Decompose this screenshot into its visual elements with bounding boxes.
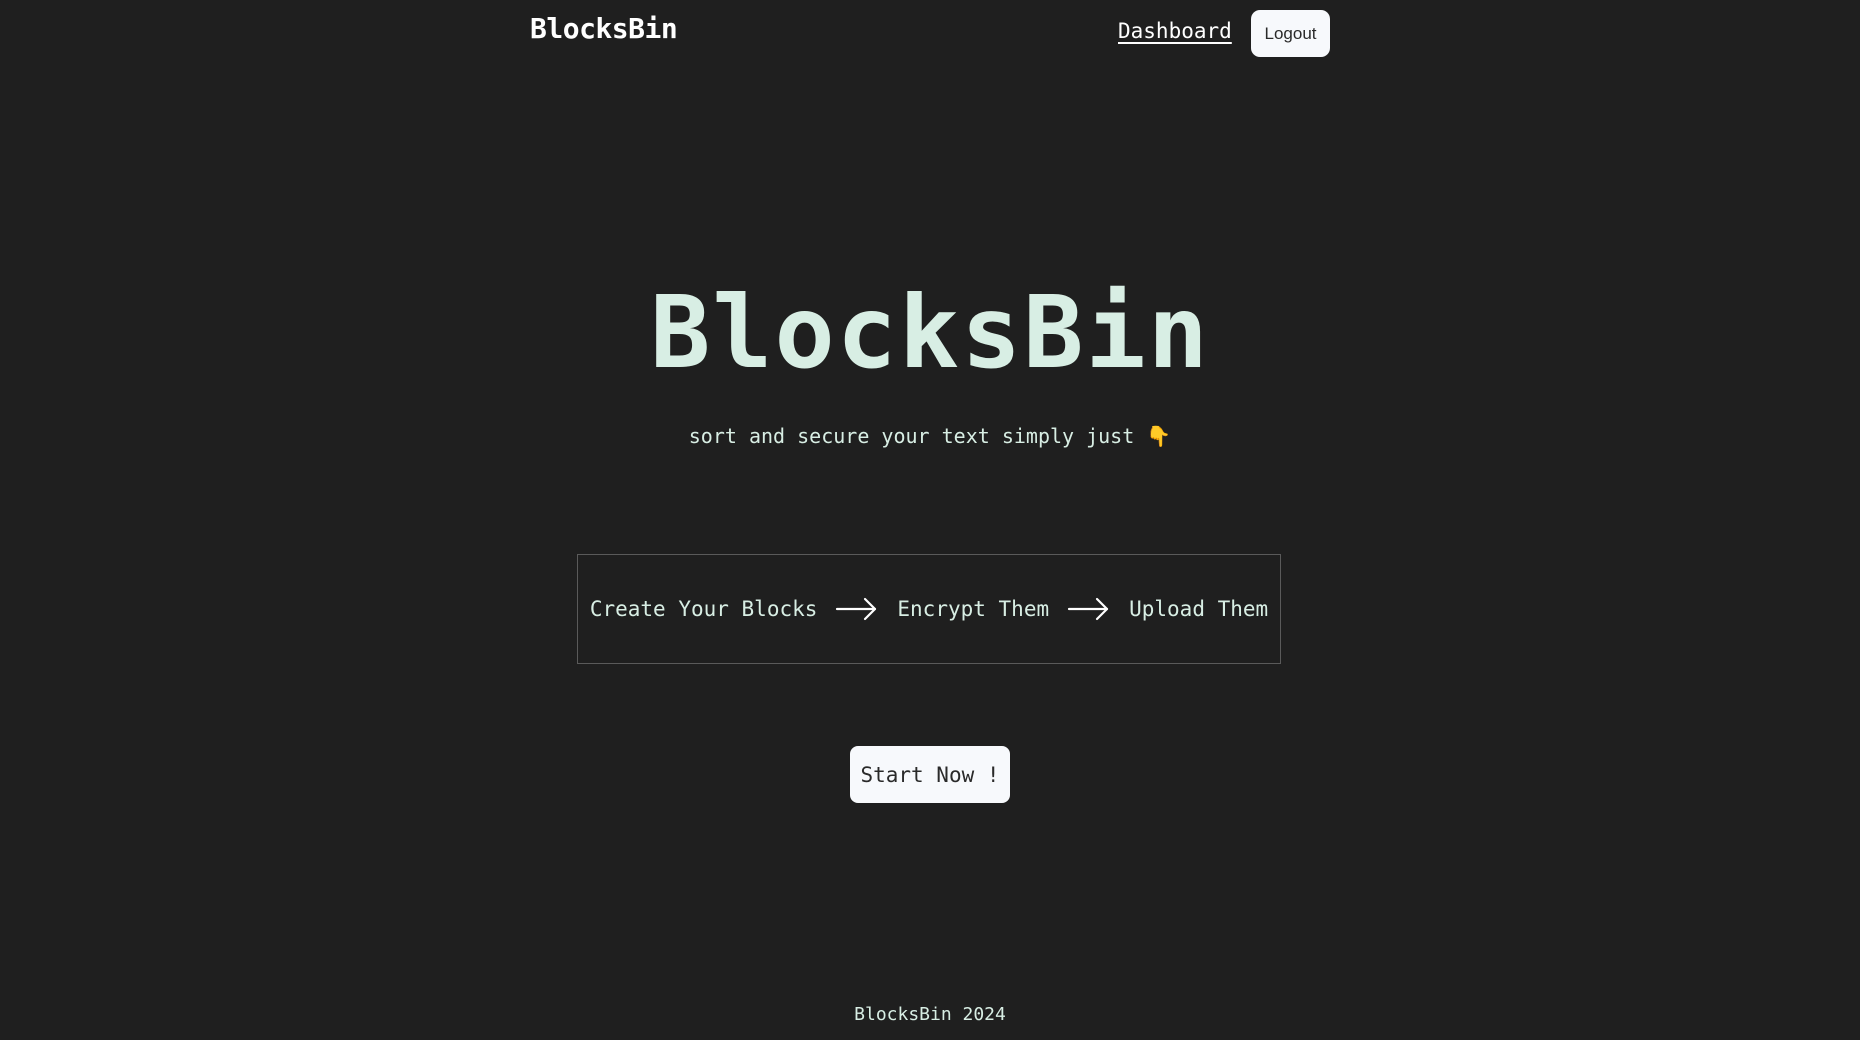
logout-button[interactable]: Logout: [1251, 10, 1330, 57]
hero-title: BlocksBin: [650, 274, 1210, 391]
steps-panel: Create Your Blocks Encrypt Them Upload T…: [577, 554, 1281, 664]
step-encrypt: Encrypt Them: [897, 597, 1050, 621]
arrow-right-icon: [1068, 597, 1109, 621]
arrow-right-icon: [836, 597, 877, 621]
hero-subtitle-text: sort and secure your text simply just: [688, 424, 1135, 448]
brand-logo[interactable]: BlocksBin: [530, 12, 678, 45]
nav-dashboard-link[interactable]: Dashboard: [1118, 19, 1232, 43]
step-create-blocks: Create Your Blocks: [589, 597, 818, 621]
footer-text: BlocksBin 2024: [854, 1004, 1006, 1025]
start-now-button[interactable]: Start Now !: [850, 746, 1010, 803]
step-upload: Upload Them: [1129, 597, 1269, 621]
pointing-down-icon: 👇: [1146, 424, 1172, 448]
hero-subtitle: sort and secure your text simply just 👇: [0, 424, 1860, 448]
